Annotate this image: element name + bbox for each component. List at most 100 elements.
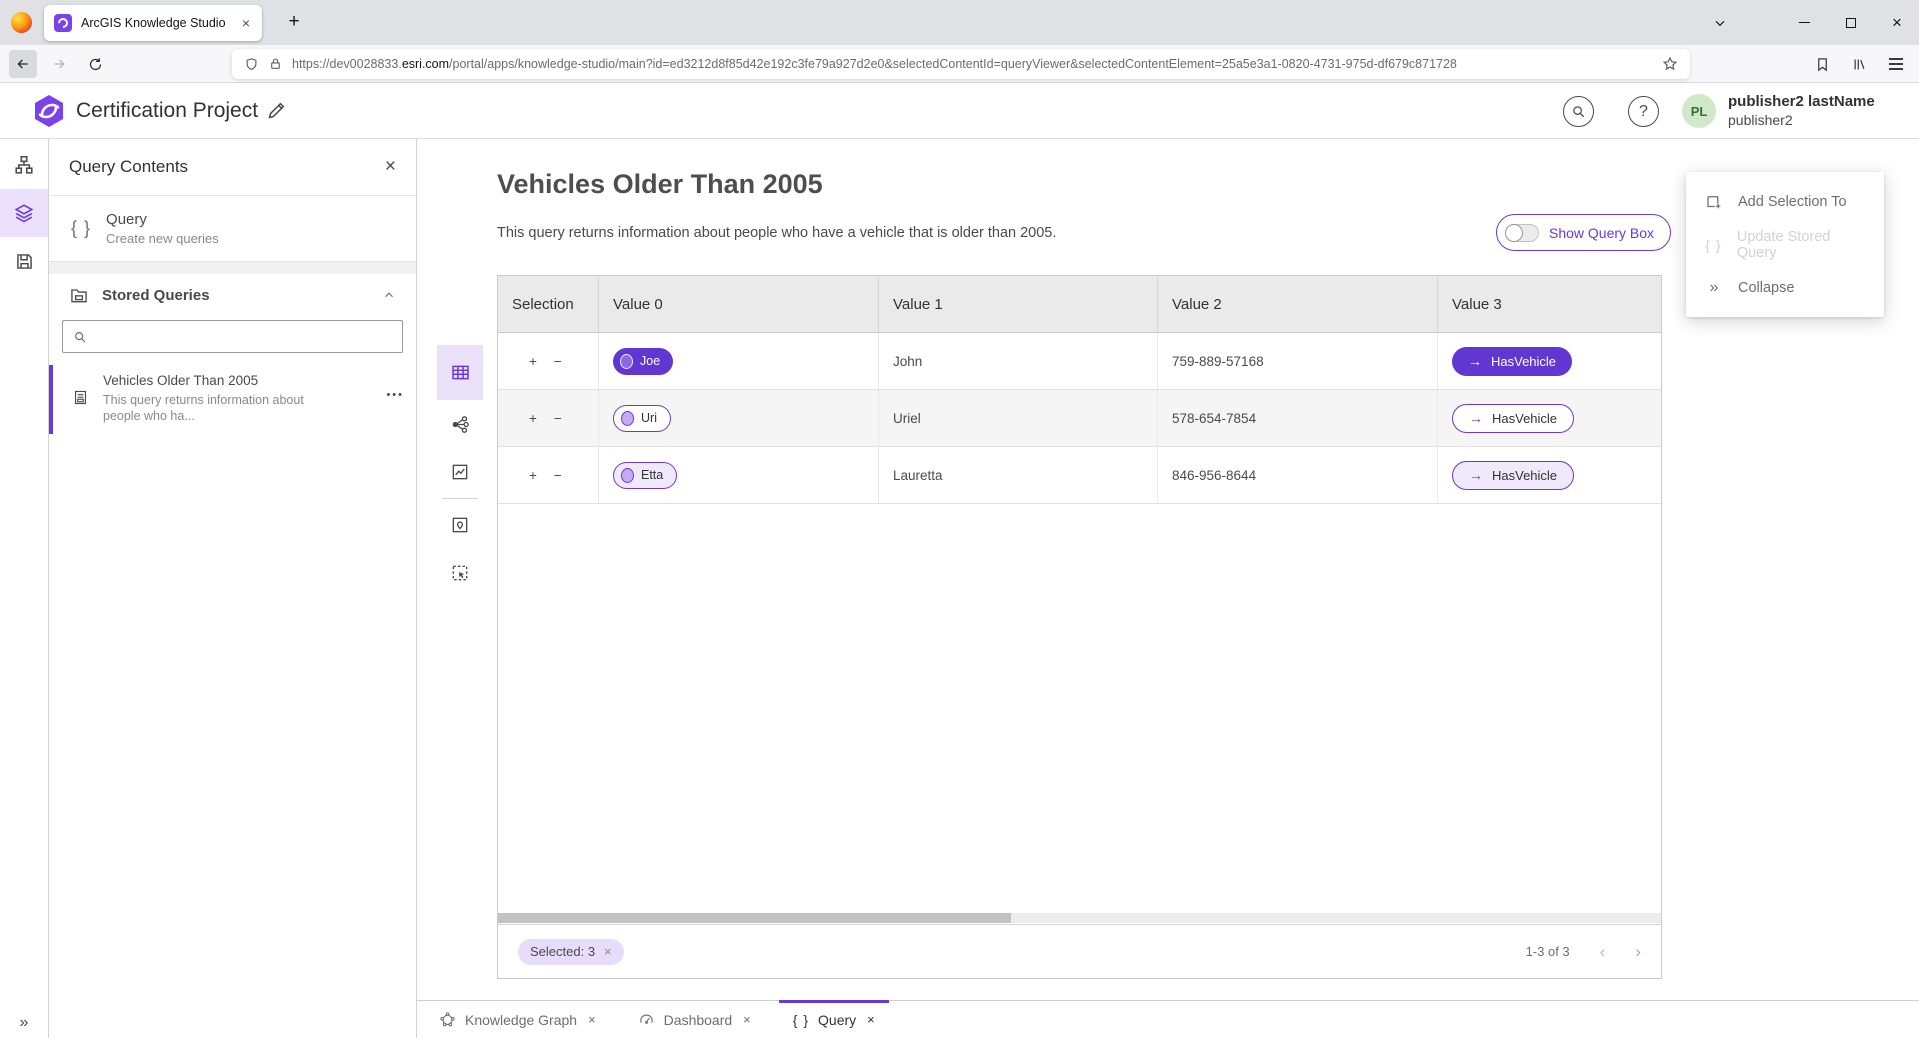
list-tabs-button[interactable]: [1700, 0, 1740, 45]
tab-close-icon[interactable]: ×: [743, 1012, 751, 1027]
next-page-button[interactable]: ›: [1635, 942, 1641, 962]
clear-selection-icon[interactable]: ×: [604, 944, 612, 959]
entity-pill[interactable]: Uri: [613, 405, 671, 432]
menu-item-collapse[interactable]: » Collapse: [1686, 266, 1884, 309]
forward-button[interactable]: [45, 50, 73, 78]
column-header-value1[interactable]: Value 1: [879, 276, 1158, 332]
tab-close-icon[interactable]: ×: [867, 1012, 875, 1027]
user-info[interactable]: publisher2 lastName publisher2: [1728, 92, 1875, 129]
edit-project-button[interactable]: [266, 100, 288, 122]
column-header-value3[interactable]: Value 3: [1438, 276, 1661, 332]
column-header-value2[interactable]: Value 2: [1158, 276, 1438, 332]
entity-pill[interactable]: Joe: [613, 348, 673, 375]
shield-icon[interactable]: [244, 57, 259, 72]
lock-icon[interactable]: [269, 57, 282, 71]
tab-close-icon[interactable]: ×: [240, 15, 252, 31]
new-tab-button[interactable]: +: [280, 8, 308, 36]
back-button[interactable]: [9, 50, 37, 78]
query-create-item[interactable]: { } Query Create new queries: [49, 196, 416, 262]
relationship-pill[interactable]: →HasVehicle: [1452, 461, 1574, 490]
relationship-pill[interactable]: →HasVehicle: [1452, 404, 1574, 433]
stored-queries-search-input[interactable]: [95, 329, 392, 344]
help-button[interactable]: ?: [1628, 96, 1659, 127]
add-to-selection-button[interactable]: +: [529, 468, 537, 483]
app-header: Certification Project ? PL publisher2 la…: [0, 83, 1919, 139]
menu-item-add-selection-to[interactable]: Add Selection To: [1686, 180, 1884, 223]
braces-icon: { }: [793, 1012, 809, 1028]
view-tab-selection[interactable]: [437, 549, 483, 597]
browser-menu-button[interactable]: [1882, 50, 1910, 78]
selected-count-chip[interactable]: Selected: 3 ×: [518, 939, 624, 965]
stored-query-title: Vehicles Older Than 2005: [103, 373, 376, 388]
url-bar[interactable]: https://dev0028833.esri.com/portal/apps/…: [232, 49, 1690, 79]
url-prefix: https://dev0028833.: [292, 57, 402, 71]
firefox-icon[interactable]: [11, 12, 32, 33]
stored-queries-search[interactable]: [62, 320, 403, 353]
tab-close-icon[interactable]: ×: [588, 1012, 596, 1027]
menu-item-update-stored-query[interactable]: { } Update Stored Query: [1686, 223, 1884, 266]
view-tab-link-analysis[interactable]: [437, 400, 483, 448]
table-row[interactable]: + − Uri Uriel 578-654-7854 →HasVehicle: [498, 390, 1661, 447]
table-row[interactable]: + − Etta Lauretta 846-956-8644 →HasVehic…: [498, 447, 1661, 504]
remove-from-selection-button[interactable]: −: [554, 468, 562, 483]
scrollbar-thumb[interactable]: [498, 913, 1011, 923]
page-title: Vehicles Older Than 2005: [497, 169, 823, 200]
column-header-selection[interactable]: Selection: [498, 276, 599, 332]
app-logo: [32, 94, 66, 128]
entity-icon: [621, 468, 634, 483]
window-maximize-button[interactable]: [1831, 0, 1871, 45]
chevron-down-icon: [1713, 16, 1727, 30]
window-minimize-button[interactable]: [1784, 0, 1824, 45]
global-search-button[interactable]: [1563, 96, 1594, 127]
view-tab-table[interactable]: [437, 345, 483, 400]
add-to-selection-button[interactable]: +: [529, 411, 537, 426]
horizontal-scrollbar[interactable]: [498, 913, 1661, 923]
entity-pill[interactable]: Etta: [613, 462, 677, 489]
stored-query-menu-button[interactable]: •••: [386, 389, 404, 401]
browser-navbar: https://dev0028833.esri.com/portal/apps/…: [0, 45, 1919, 83]
back-arrow-icon: [15, 56, 31, 72]
save-page-button[interactable]: [1808, 50, 1836, 78]
panel-close-button[interactable]: ×: [385, 156, 396, 178]
relationship-pill[interactable]: →HasVehicle: [1452, 347, 1572, 376]
reload-icon: [88, 57, 103, 72]
bookmark-star-icon[interactable]: [1662, 56, 1678, 72]
entity-icon: [620, 354, 633, 369]
rail-item-save[interactable]: [0, 237, 48, 285]
view-tab-chart[interactable]: [437, 448, 483, 496]
stored-query-item[interactable]: Vehicles Older Than 2005 This query retu…: [49, 365, 416, 434]
add-to-selection-button[interactable]: +: [529, 354, 537, 369]
remove-from-selection-button[interactable]: −: [554, 354, 562, 369]
url-text[interactable]: https://dev0028833.esri.com/portal/apps/…: [292, 57, 1652, 71]
table-footer: Selected: 3 × 1-3 of 3 ‹ ›: [498, 924, 1661, 978]
cell-value2: 846-956-8644: [1158, 447, 1438, 503]
previous-page-button[interactable]: ‹: [1600, 942, 1606, 962]
toggle-switch[interactable]: [1505, 224, 1539, 242]
expand-rail-button[interactable]: »: [0, 1014, 48, 1032]
stored-queries-title: Stored Queries: [102, 287, 369, 304]
tab-label: Knowledge Graph: [465, 1012, 577, 1028]
stored-queries-section-header[interactable]: Stored Queries: [49, 276, 416, 314]
save-bookmark-icon: [1815, 57, 1830, 72]
show-query-box-toggle[interactable]: Show Query Box: [1496, 214, 1671, 251]
user-role: publisher2: [1728, 111, 1875, 129]
chevron-up-icon[interactable]: [382, 288, 396, 302]
browser-tab[interactable]: ArcGIS Knowledge Studio ×: [44, 5, 262, 41]
library-button[interactable]: [1845, 50, 1873, 78]
rail-item-contents[interactable]: [0, 189, 48, 237]
table-row[interactable]: + − Joe John 759-889-57168 →HasVehicle: [498, 333, 1661, 390]
column-header-value0[interactable]: Value 0: [599, 276, 879, 332]
tab-knowledge-graph[interactable]: Knowledge Graph ×: [425, 1001, 610, 1038]
query-item-title: Query: [106, 211, 219, 228]
tab-dashboard[interactable]: Dashboard ×: [624, 1001, 765, 1038]
reload-button[interactable]: [81, 50, 109, 78]
window-close-button[interactable]: ×: [1877, 0, 1917, 45]
selected-count-label: Selected: 3: [530, 944, 595, 959]
view-tab-map[interactable]: [437, 501, 483, 549]
layers-icon: [13, 202, 35, 224]
knowledge-graph-icon: [439, 1011, 456, 1028]
tab-query[interactable]: { } Query ×: [779, 1001, 889, 1038]
rail-item-data-model[interactable]: [0, 141, 48, 189]
remove-from-selection-button[interactable]: −: [554, 411, 562, 426]
user-avatar[interactable]: PL: [1682, 94, 1716, 128]
